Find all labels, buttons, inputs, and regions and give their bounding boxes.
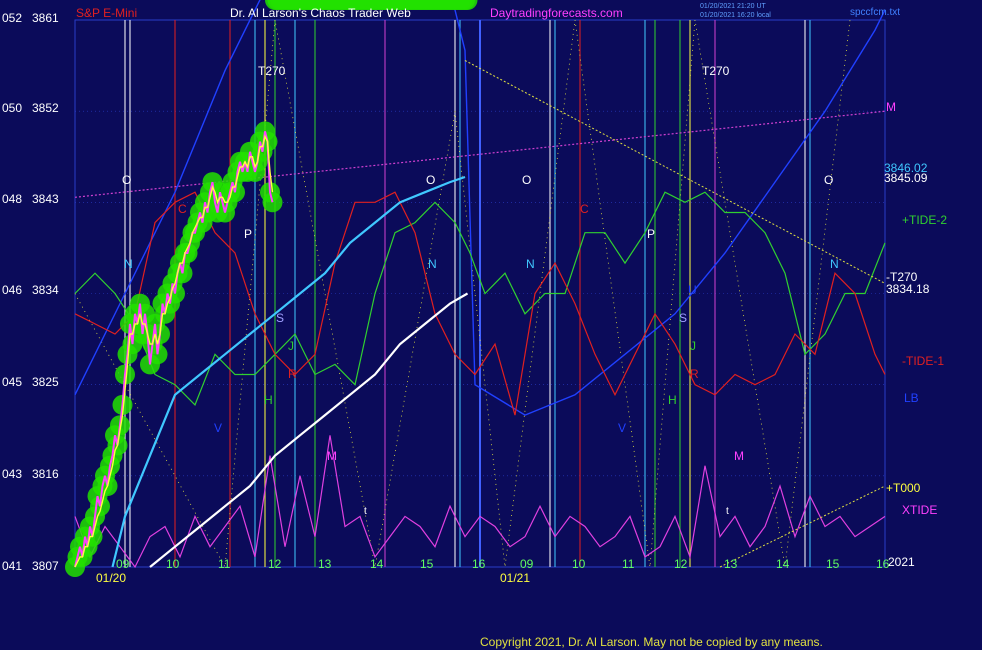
marker-r: R <box>690 367 699 381</box>
label-lb: LB <box>904 391 919 405</box>
label-value-3: 3834.18 <box>886 282 930 296</box>
marker-c: C <box>178 202 187 216</box>
timestamp-local: 01/20/2021 16:20 local <box>700 12 771 19</box>
y-left-label: 050 <box>2 101 22 115</box>
file-label: spccfcm.txt <box>850 7 900 18</box>
marker-t: t <box>364 506 367 517</box>
x-hour-label: 12 <box>674 557 688 571</box>
marker-s: S <box>276 311 284 325</box>
marker-v: V <box>618 421 626 435</box>
x-hour-label: 15 <box>826 557 840 571</box>
label-m: M <box>886 100 896 114</box>
marker-n: N <box>124 257 133 271</box>
site-label: Daytradingforecasts.com <box>490 6 623 20</box>
y-left-label: 045 <box>2 375 22 389</box>
marker-m: M <box>734 449 744 463</box>
x-hour-label: 09 <box>520 557 534 571</box>
date-label: 01/21 <box>500 571 530 585</box>
marker-s: S <box>679 311 687 325</box>
x-hour-label: 14 <box>370 557 384 571</box>
x-hour-label: 13 <box>724 557 738 571</box>
marker-m: M <box>327 449 337 463</box>
marker-n: N <box>428 257 437 271</box>
label-value-2: 3845.09 <box>884 171 928 185</box>
marker-t270: T270 <box>702 64 730 78</box>
chaos-chart: S&P E-Mini Dr. Al Larson's Chaos Trader … <box>0 0 982 650</box>
chart-window: { "header": { "instrument": "S&P E-Mini"… <box>0 0 982 650</box>
marker-n: N <box>830 257 839 271</box>
marker-v: V <box>214 421 222 435</box>
y-price-label: 3843 <box>32 192 59 206</box>
instrument-label: S&P E-Mini <box>76 6 137 20</box>
marker-n: N <box>526 257 535 271</box>
y-left-label: 041 <box>2 559 22 573</box>
y-left-label: 043 <box>2 467 22 481</box>
y-price-label: 3834 <box>32 283 59 297</box>
marker-j: J <box>288 339 294 353</box>
copyright: Copyright 2021, Dr. Al Larson. May not b… <box>480 635 823 649</box>
marker-j: J <box>690 339 696 353</box>
label-xtide: XTIDE <box>902 503 937 517</box>
marker-u: U <box>688 283 697 297</box>
x-hour-label: 10 <box>166 557 180 571</box>
y-price-label: 3825 <box>32 375 59 389</box>
marker-o: O <box>522 173 531 187</box>
x-hour-label: 13 <box>318 557 332 571</box>
date-label: 01/20 <box>96 571 126 585</box>
marker-h: H <box>264 393 273 407</box>
marker-t: t <box>726 506 729 517</box>
x-hour-label: 12 <box>268 557 282 571</box>
y-price-label: 3816 <box>32 467 59 481</box>
x-hour-label: 09 <box>116 557 130 571</box>
marker-c: C <box>580 202 589 216</box>
x-hour-label: 14 <box>776 557 790 571</box>
x-hour-label: 10 <box>572 557 586 571</box>
x-hour-label: 11 <box>218 557 231 571</box>
marker-r: R <box>288 367 297 381</box>
marker-h: H <box>668 393 677 407</box>
y-left-label: 048 <box>2 192 22 206</box>
y-price-label: 3807 <box>32 559 59 573</box>
year-label: 2021 <box>888 555 915 569</box>
label-minus-tide: -TIDE-1 <box>902 354 944 368</box>
y-left-label: 046 <box>2 283 22 297</box>
marker-t270: T270 <box>258 64 286 78</box>
x-hour-label: 11 <box>622 557 635 571</box>
x-hour-label: 15 <box>420 557 434 571</box>
marker-o: O <box>824 173 833 187</box>
marker-p: P <box>647 227 655 241</box>
y-price-label: 3861 <box>32 11 59 25</box>
y-price-label: 3852 <box>32 101 59 115</box>
marker-o: O <box>426 173 435 187</box>
author-label: Dr. Al Larson's Chaos Trader Web <box>230 6 411 20</box>
marker-o: O <box>122 173 131 187</box>
label-plus-t000: +T000 <box>886 481 921 495</box>
timestamp-ut: 01/20/2021 21:20 UT <box>700 3 766 10</box>
marker-p: P <box>244 227 252 241</box>
label-plus-tide: +TIDE-2 <box>902 213 947 227</box>
x-hour-label: 16 <box>472 557 486 571</box>
y-left-label: 052 <box>2 11 22 25</box>
